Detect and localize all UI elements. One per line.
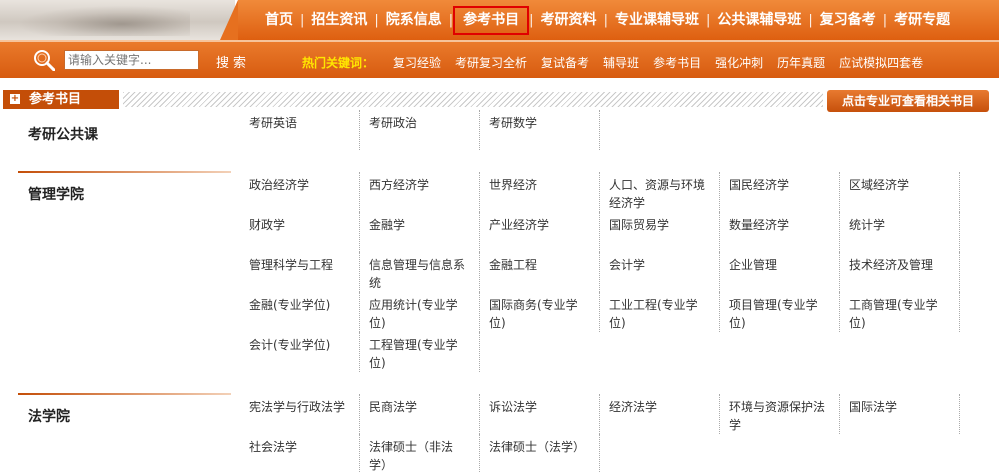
- section-title: 参考书目: [29, 92, 82, 107]
- department-section: 考研公共课 考研英语 考研政治 考研数学: [0, 110, 999, 150]
- course-link[interactable]: 数量经济学: [720, 212, 840, 252]
- hatch-divider: [123, 92, 823, 107]
- nav-separator: |: [300, 12, 305, 28]
- hot-keyword-link[interactable]: 应试模拟四套卷: [839, 54, 923, 71]
- hot-keyword-link[interactable]: 辅导班: [603, 54, 639, 71]
- section-title-tab: + 参考书目: [3, 90, 119, 109]
- course-grid: 政治经济学 西方经济学 世界经济 人口、资源与环境经济学 国民经济学 区域经济学 财政学 金融…: [240, 172, 960, 372]
- hot-keywords-label: 热门关键词：: [302, 56, 375, 70]
- search-icon[interactable]: [33, 49, 55, 71]
- course-grid: 宪法学与行政法学 民商法学 诉讼法学 经济法学 环境与资源保护法学 国际法学 社会法学 法律硕…: [240, 394, 960, 473]
- nav-item-5[interactable]: 专业课辅导班: [608, 0, 706, 40]
- section-header: + 参考书目 点击专业可查看相关书目: [3, 90, 996, 112]
- course-link[interactable]: 西方经济学: [360, 172, 480, 212]
- course-row: 管理科学与工程 信息管理与信息系统 金融工程 会计学 企业管理 技术经济及管理: [240, 252, 960, 292]
- department-name: 考研公共课: [28, 127, 98, 143]
- main-nav: 首页 | 招生资讯 | 院系信息 | 参考书目 | 考研资料 | 专业课辅导班 | 公共课辅导班 | 复习备…: [220, 0, 999, 40]
- department-divider: [18, 171, 231, 173]
- course-link[interactable]: 管理科学与工程: [240, 252, 360, 292]
- course-link[interactable]: 考研数学: [480, 110, 600, 150]
- course-link[interactable]: 国际贸易学: [600, 212, 720, 252]
- course-link[interactable]: 产业经济学: [480, 212, 600, 252]
- nav-item-6[interactable]: 公共课辅导班: [710, 0, 808, 40]
- course-row: 社会法学 法律硕士（非法学） 法律硕士（法学）: [240, 434, 960, 473]
- nav-separator: |: [882, 12, 888, 28]
- course-grid: 考研英语 考研政治 考研数学: [240, 110, 960, 150]
- course-link[interactable]: 会计学: [600, 252, 720, 292]
- course-row: 会计(专业学位) 工程管理(专业学位): [240, 332, 960, 372]
- course-row: 金融(专业学位) 应用统计(专业学位) 国际商务(专业学位) 工业工程(专业学位) 项目…: [240, 292, 960, 332]
- course-link[interactable]: 国际商务(专业学位): [480, 292, 600, 332]
- nav-item-7[interactable]: 复习备考: [813, 0, 883, 40]
- department-divider: [18, 393, 231, 395]
- department-name: 管理学院: [28, 187, 84, 203]
- course-link[interactable]: 民商法学: [360, 394, 480, 434]
- course-link[interactable]: 金融学: [360, 212, 480, 252]
- nav-separator: |: [705, 12, 711, 28]
- nav-item-3[interactable]: 参考书目: [453, 5, 530, 35]
- course-row: 宪法学与行政法学 民商法学 诉讼法学 经济法学 环境与资源保护法学 国际法学: [240, 394, 960, 434]
- hot-keywords-list: 复习经验 考研复习全析 复试备考 辅导班 参考书目 强化冲刺 历年真题 应试模拟四套卷: [393, 54, 937, 71]
- course-link[interactable]: 统计学: [840, 212, 960, 252]
- course-link[interactable]: 金融(专业学位): [240, 292, 360, 332]
- nav-separator: |: [603, 12, 608, 28]
- course-link[interactable]: 项目管理(专业学位): [720, 292, 840, 332]
- course-link[interactable]: 国民经济学: [720, 172, 840, 212]
- course-link[interactable]: 环境与资源保护法学: [720, 394, 840, 434]
- hot-keyword-link[interactable]: 强化冲刺: [715, 54, 763, 71]
- nav-item-2[interactable]: 院系信息: [379, 0, 449, 40]
- hot-keyword-link[interactable]: 复习经验: [393, 54, 441, 71]
- course-link[interactable]: 诉讼法学: [480, 394, 600, 434]
- course-link[interactable]: 会计(专业学位): [240, 332, 360, 372]
- top-navigation: 首页 | 招生资讯 | 院系信息 | 参考书目 | 考研资料 | 专业课辅导班 | 公共课辅导班 | 复习备…: [0, 0, 999, 40]
- course-link[interactable]: 考研英语: [240, 110, 360, 150]
- course-link[interactable]: 财政学: [240, 212, 360, 252]
- course-link[interactable]: 世界经济: [480, 172, 600, 212]
- hot-keyword-link[interactable]: 参考书目: [653, 54, 701, 71]
- nav-item-8[interactable]: 考研专题: [887, 0, 957, 40]
- search-bar: 搜索 热门关键词： 复习经验考研复习全析复试备考辅导班参考书目强化冲刺历年真题应…: [0, 40, 999, 78]
- department-section: 法学院 宪法学与行政法学 民商法学 诉讼法学 经济法学 环境与资源保护法学 国际法学 社会法学…: [0, 393, 999, 473]
- course-row: 考研英语 考研政治 考研数学: [240, 110, 960, 150]
- hot-keyword-link[interactable]: 考研复习全析: [455, 54, 527, 71]
- nav-item-4[interactable]: 考研资料: [534, 0, 604, 40]
- course-link[interactable]: 工程管理(专业学位): [360, 332, 480, 372]
- nav-separator: |: [448, 12, 454, 28]
- plus-icon: +: [10, 93, 20, 104]
- department-section: 管理学院 政治经济学 西方经济学 世界经济 人口、资源与环境经济学 国民经济学 区域经济学财…: [0, 171, 999, 372]
- nav-item-0[interactable]: 首页: [258, 0, 300, 40]
- hot-keyword-link[interactable]: 复试备考: [541, 54, 589, 71]
- course-link[interactable]: 企业管理: [720, 252, 840, 292]
- course-link[interactable]: 宪法学与行政法学: [240, 394, 360, 434]
- course-link[interactable]: 工业工程(专业学位): [600, 292, 720, 332]
- course-row: 财政学 金融学 产业经济学 国际贸易学 数量经济学 统计学: [240, 212, 960, 252]
- nav-separator: |: [374, 12, 379, 28]
- course-link[interactable]: 经济法学: [600, 394, 720, 434]
- course-link[interactable]: 工商管理(专业学位): [840, 292, 960, 332]
- header-decoration-image: [0, 0, 235, 40]
- nav-item-1[interactable]: 招生资讯: [304, 0, 374, 40]
- course-link[interactable]: 国际法学: [840, 394, 960, 434]
- course-link[interactable]: 法律硕士（非法学）: [360, 434, 480, 473]
- course-link[interactable]: 社会法学: [240, 434, 360, 473]
- course-link[interactable]: 信息管理与信息系统: [360, 252, 480, 292]
- course-link[interactable]: 人口、资源与环境经济学: [600, 172, 720, 212]
- course-link[interactable]: 法律硕士（法学）: [480, 434, 600, 473]
- course-link[interactable]: 考研政治: [360, 110, 480, 150]
- nav-separator: |: [529, 12, 534, 28]
- view-books-button[interactable]: 点击专业可查看相关书目: [827, 90, 989, 112]
- search-input[interactable]: [64, 50, 199, 70]
- course-link[interactable]: 金融工程: [480, 252, 600, 292]
- hot-keyword-link[interactable]: 历年真题: [777, 54, 825, 71]
- course-link[interactable]: 政治经济学: [240, 172, 360, 212]
- nav-separator: |: [808, 12, 813, 28]
- course-link[interactable]: 区域经济学: [840, 172, 960, 212]
- search-button[interactable]: 搜索: [216, 52, 250, 71]
- department-name: 法学院: [28, 409, 70, 425]
- course-row: 政治经济学 西方经济学 世界经济 人口、资源与环境经济学 国民经济学 区域经济学: [240, 172, 960, 212]
- course-link[interactable]: 应用统计(专业学位): [360, 292, 480, 332]
- course-link[interactable]: 技术经济及管理: [840, 252, 960, 292]
